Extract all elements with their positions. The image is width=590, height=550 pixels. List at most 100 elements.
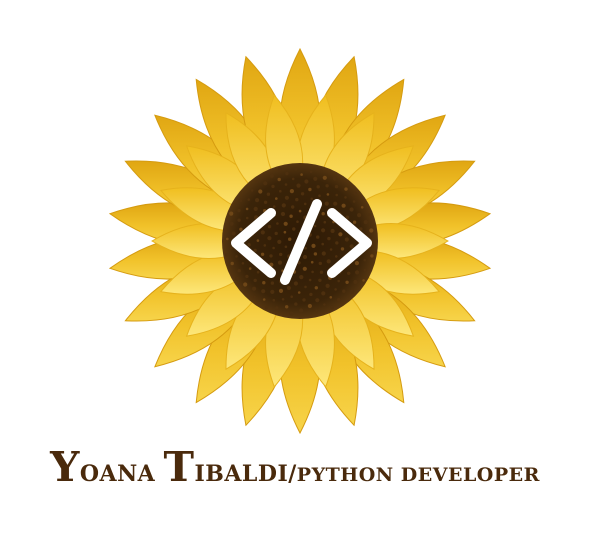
seed-dot bbox=[313, 252, 318, 256]
seed-dot bbox=[363, 258, 367, 262]
seed-dot bbox=[253, 278, 257, 283]
seed-dot bbox=[238, 198, 243, 203]
seed-dot bbox=[325, 184, 329, 188]
seed-dot bbox=[296, 183, 301, 188]
seed-dot bbox=[345, 280, 349, 284]
seed-dot bbox=[321, 251, 326, 256]
last-name-rest: IBALDI bbox=[194, 461, 289, 487]
seed-dot bbox=[243, 282, 248, 287]
seed-dot bbox=[237, 269, 241, 273]
seed-dot bbox=[289, 214, 293, 218]
seed-dot bbox=[245, 274, 249, 279]
seed-dot bbox=[256, 270, 260, 274]
seed-dot bbox=[362, 279, 365, 282]
seed-dot bbox=[299, 275, 304, 280]
seed-dot bbox=[349, 207, 354, 212]
seed-dot bbox=[316, 185, 320, 189]
seed-dot bbox=[247, 198, 250, 201]
seed-dot bbox=[334, 288, 337, 291]
seed-dot bbox=[298, 209, 302, 213]
seed-dot bbox=[253, 206, 258, 211]
seed-dot bbox=[302, 266, 307, 271]
seed-dot bbox=[337, 279, 341, 283]
seed-dot bbox=[255, 198, 260, 203]
seed-dot bbox=[370, 254, 374, 258]
seed-dot bbox=[284, 183, 288, 186]
seed-dot bbox=[313, 224, 317, 228]
seed-dot bbox=[229, 221, 234, 226]
seed-dot bbox=[315, 309, 318, 313]
seed-dot bbox=[363, 268, 367, 272]
seed-dot bbox=[300, 173, 303, 176]
seed-dot bbox=[245, 207, 249, 211]
seed-dot bbox=[283, 221, 288, 226]
seed-dot bbox=[326, 193, 330, 196]
seed-dot bbox=[284, 245, 288, 249]
seed-dot bbox=[224, 253, 229, 257]
seed-dot bbox=[288, 237, 292, 241]
seed-dot bbox=[289, 311, 294, 316]
seed-dot bbox=[285, 171, 289, 176]
seed-dot bbox=[341, 203, 346, 208]
seed-dot bbox=[291, 177, 295, 181]
seed-dot bbox=[352, 200, 356, 203]
seed-dot bbox=[285, 305, 289, 309]
seed-dot bbox=[239, 227, 243, 231]
seed-dot bbox=[266, 192, 271, 196]
seed-dot bbox=[314, 286, 318, 290]
seed-dot bbox=[332, 176, 337, 181]
seed-dot bbox=[296, 220, 299, 223]
seed-dot bbox=[335, 241, 339, 245]
seed-dot bbox=[274, 231, 278, 236]
seed-dot bbox=[338, 232, 343, 237]
seed-dot bbox=[321, 212, 325, 216]
seed-dot bbox=[250, 189, 254, 192]
seed-dot bbox=[321, 291, 326, 296]
seed-dot bbox=[263, 181, 268, 186]
seed-dot bbox=[281, 298, 285, 301]
seed-dot bbox=[253, 248, 257, 253]
seed-dot bbox=[344, 187, 348, 191]
seed-dot bbox=[253, 295, 256, 299]
seed-dot bbox=[237, 218, 241, 222]
seed-dot bbox=[352, 220, 357, 224]
seed-dot bbox=[340, 247, 345, 251]
seed-dot bbox=[270, 281, 275, 285]
seed-dot bbox=[269, 173, 274, 178]
seed-dot bbox=[308, 187, 312, 192]
seed-dot bbox=[368, 213, 371, 216]
seed-dot bbox=[330, 228, 335, 234]
seed-dot bbox=[279, 252, 283, 257]
seed-dot bbox=[310, 197, 314, 201]
name-title: YOANA TIBALDI/PYTHON DEVELOPER bbox=[0, 441, 590, 501]
seed-dot bbox=[323, 220, 327, 224]
separator: / bbox=[288, 461, 297, 487]
seed-dot bbox=[252, 286, 257, 291]
seed-dot bbox=[357, 213, 362, 218]
seed-dot bbox=[325, 283, 330, 288]
seed-dot bbox=[290, 295, 294, 299]
seed-dot bbox=[294, 302, 298, 306]
seed-dot bbox=[335, 255, 338, 258]
seed-dot bbox=[350, 289, 355, 294]
seed-dot bbox=[284, 195, 289, 200]
seed-dot bbox=[280, 211, 286, 217]
seed-dot bbox=[315, 298, 320, 303]
seed-dot bbox=[347, 271, 351, 275]
seed-dot bbox=[333, 201, 338, 206]
seed-dot bbox=[262, 281, 266, 285]
seed-dot bbox=[344, 237, 349, 242]
seed-dot bbox=[342, 289, 346, 293]
seed-dot bbox=[231, 231, 236, 236]
seed-dot bbox=[321, 228, 326, 233]
seed-dot bbox=[354, 261, 359, 266]
seed-dot bbox=[275, 306, 279, 310]
seed-dot bbox=[318, 261, 322, 266]
seed-dot bbox=[322, 175, 327, 180]
seed-dot bbox=[269, 254, 273, 258]
seed-dot bbox=[263, 200, 268, 204]
seed-dot bbox=[299, 308, 304, 313]
seed-dot bbox=[277, 167, 282, 172]
seed-dot bbox=[302, 298, 306, 302]
seed-dot bbox=[295, 197, 299, 202]
